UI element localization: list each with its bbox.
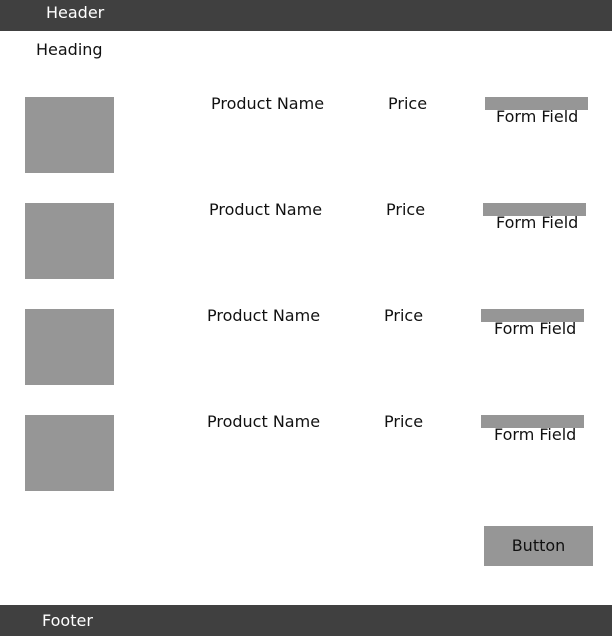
- product-row: Product Name Price Form Field: [0, 412, 612, 495]
- product-image-placeholder: [25, 309, 114, 385]
- primary-button[interactable]: Button: [484, 526, 593, 566]
- form-field-label: Form Field: [494, 319, 577, 338]
- footer-title: Footer: [42, 611, 93, 630]
- product-name: Product Name: [211, 94, 325, 113]
- form-field-label: Form Field: [496, 213, 579, 232]
- product-price: Price: [388, 94, 428, 113]
- product-image-placeholder: [25, 97, 114, 173]
- product-price: Price: [384, 306, 424, 325]
- product-row: Product Name Price Form Field: [0, 94, 612, 177]
- page-footer: Footer: [0, 605, 612, 636]
- form-field-label: Form Field: [494, 425, 577, 444]
- product-row: Product Name Price Form Field: [0, 200, 612, 283]
- product-row: Product Name Price Form Field: [0, 306, 612, 389]
- product-price: Price: [386, 200, 426, 219]
- product-image-placeholder: [25, 203, 114, 279]
- product-name: Product Name: [209, 200, 323, 219]
- product-image-placeholder: [25, 415, 114, 491]
- product-name: Product Name: [207, 412, 321, 431]
- form-field-label: Form Field: [496, 107, 579, 126]
- product-name: Product Name: [207, 306, 321, 325]
- product-price: Price: [384, 412, 424, 431]
